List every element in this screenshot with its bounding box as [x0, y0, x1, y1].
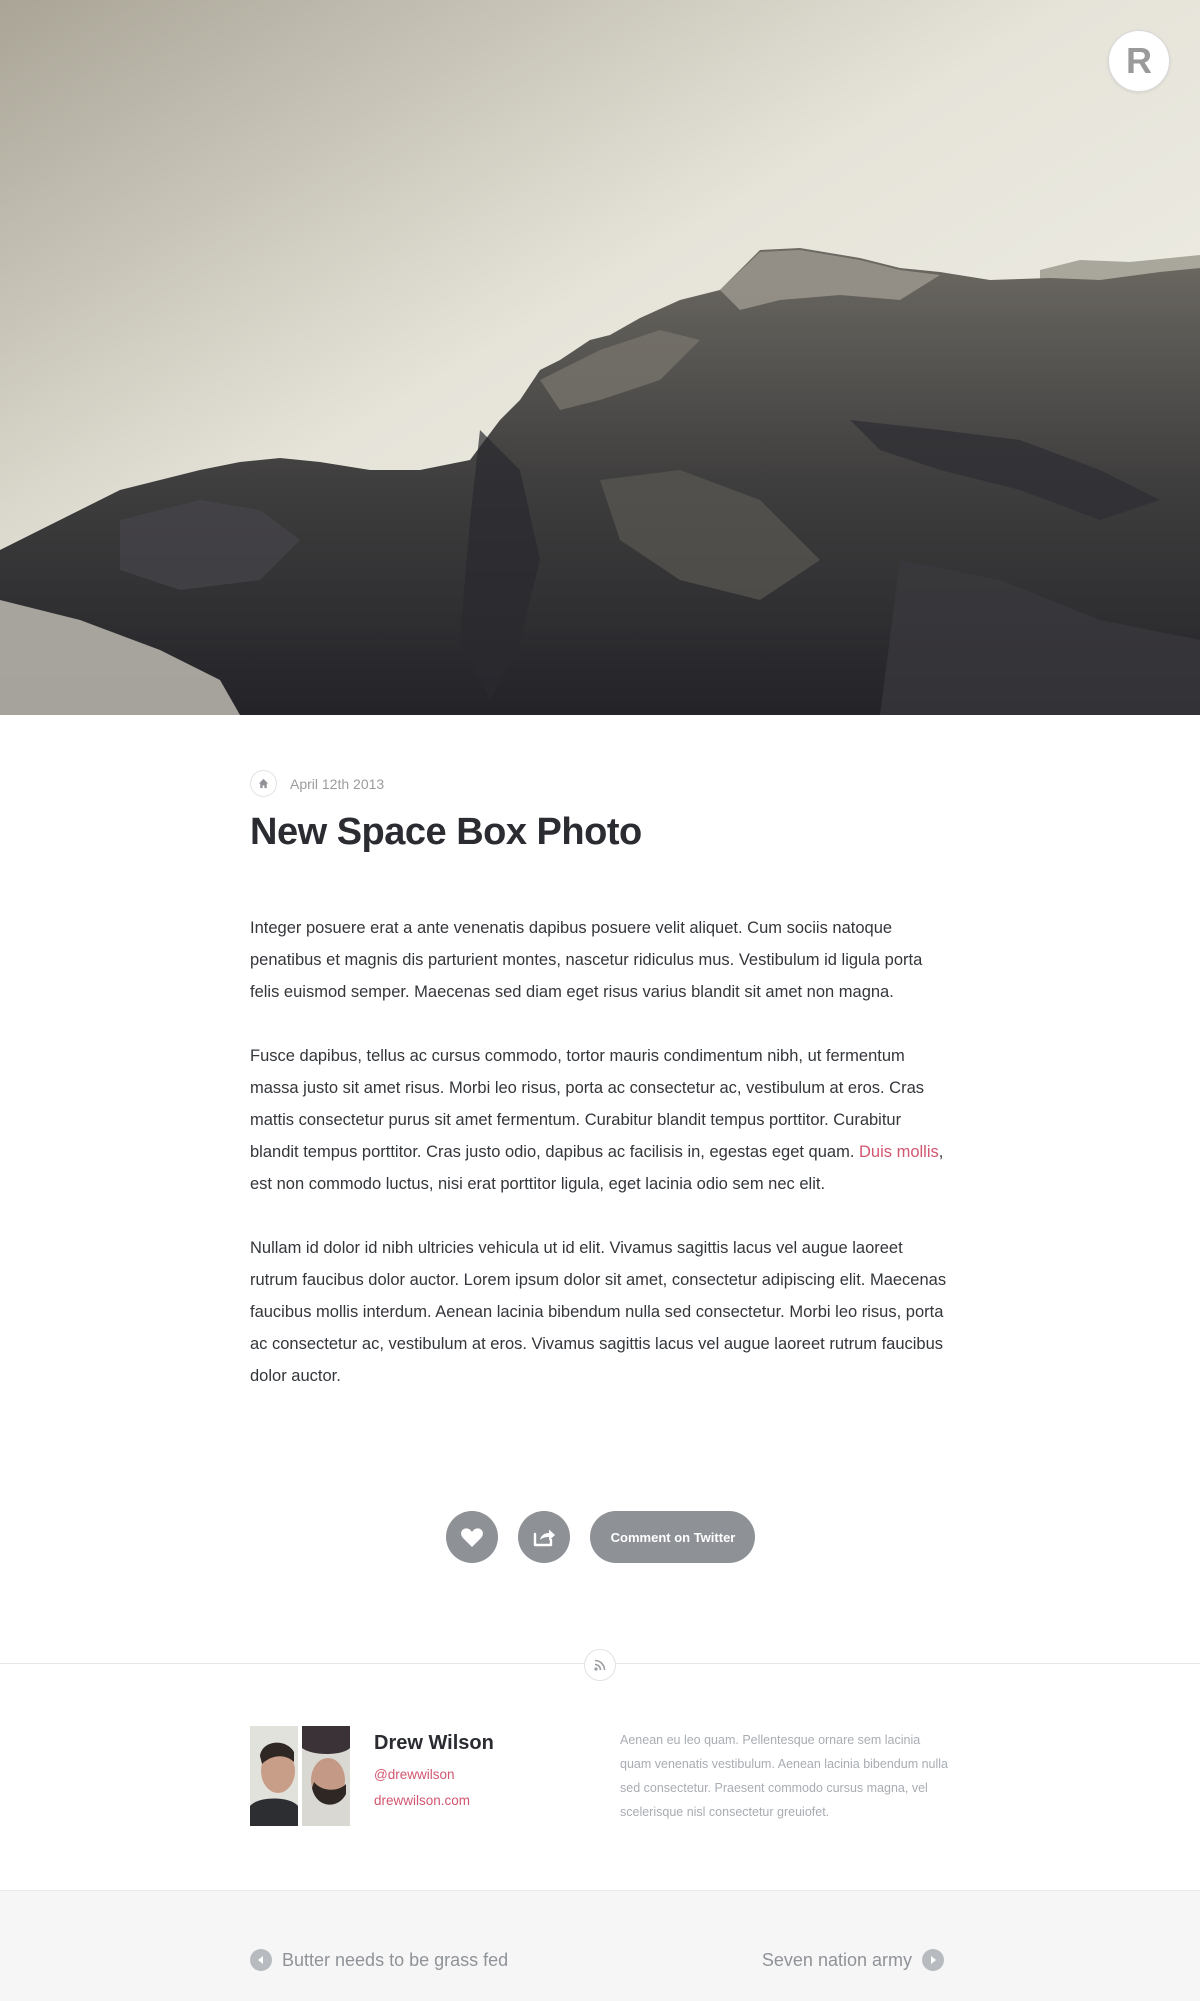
article-body: Integer posuere erat a ante venenatis da… [250, 912, 950, 1392]
paragraph-text: Fusce dapibus, tellus ac cursus commodo,… [250, 1046, 925, 1161]
share-icon [533, 1529, 555, 1547]
mountain-illustration [0, 0, 1200, 715]
article-date: April 12th 2013 [290, 775, 385, 792]
author-bio: Aenean eu leo quam. Pellentesque ornare … [620, 1733, 948, 1819]
previous-post-link[interactable]: Butter needs to be grass fed [250, 1949, 508, 1971]
avatar-photo [302, 1726, 350, 1826]
like-button[interactable] [445, 1511, 498, 1563]
author-name: Drew Wilson [374, 1732, 494, 1754]
next-post-link[interactable]: Seven nation army [762, 1949, 944, 1971]
next-post-title: Seven nation army [761, 1949, 912, 1970]
author-website-link[interactable]: drewwilson.com [374, 1793, 494, 1808]
paragraph: Fusce dapibus, tellus ac cursus commodo,… [250, 1040, 950, 1200]
comment-label: Comment on Twitter [610, 1529, 736, 1545]
home-icon [258, 778, 269, 789]
author-avatar [250, 1726, 350, 1826]
comment-on-twitter-button[interactable]: Comment on Twitter [589, 1511, 755, 1563]
author-info: Drew Wilson @drewwilson drewwilson.com [374, 1732, 494, 1819]
post-actions: Comment on Twitter [0, 1511, 1200, 1563]
rss-button[interactable] [584, 1649, 616, 1681]
heart-icon [460, 1528, 483, 1547]
article-meta: April 12th 2013 [250, 770, 950, 797]
post-navigation: Butter needs to be grass fed Seven natio… [0, 1890, 1200, 2001]
share-button[interactable] [517, 1511, 570, 1563]
paragraph: Integer posuere erat a ante venenatis da… [250, 918, 923, 1001]
previous-post-title: Butter needs to be grass fed [282, 1949, 509, 1970]
home-button[interactable] [250, 770, 277, 797]
logo-letter: R [1126, 40, 1152, 81]
inline-link[interactable]: Duis mollis [859, 1143, 939, 1161]
article-title: New Space Box Photo [250, 811, 642, 853]
arrow-left-icon [250, 1949, 272, 1971]
author-box: Drew Wilson @drewwilson drewwilson.com A… [250, 1726, 950, 1826]
article: April 12th 2013 New Space Box Photo Inte… [250, 770, 950, 1424]
author-twitter-link[interactable]: @drewwilson [374, 1767, 494, 1782]
rss-icon [594, 1659, 606, 1671]
avatar-photo [250, 1726, 298, 1826]
paragraph: Nullam id dolor id nibh ultricies vehicu… [250, 1238, 947, 1385]
arrow-right-icon [922, 1949, 944, 1971]
hero-image: R [0, 0, 1200, 715]
site-logo[interactable]: R [1108, 30, 1170, 92]
